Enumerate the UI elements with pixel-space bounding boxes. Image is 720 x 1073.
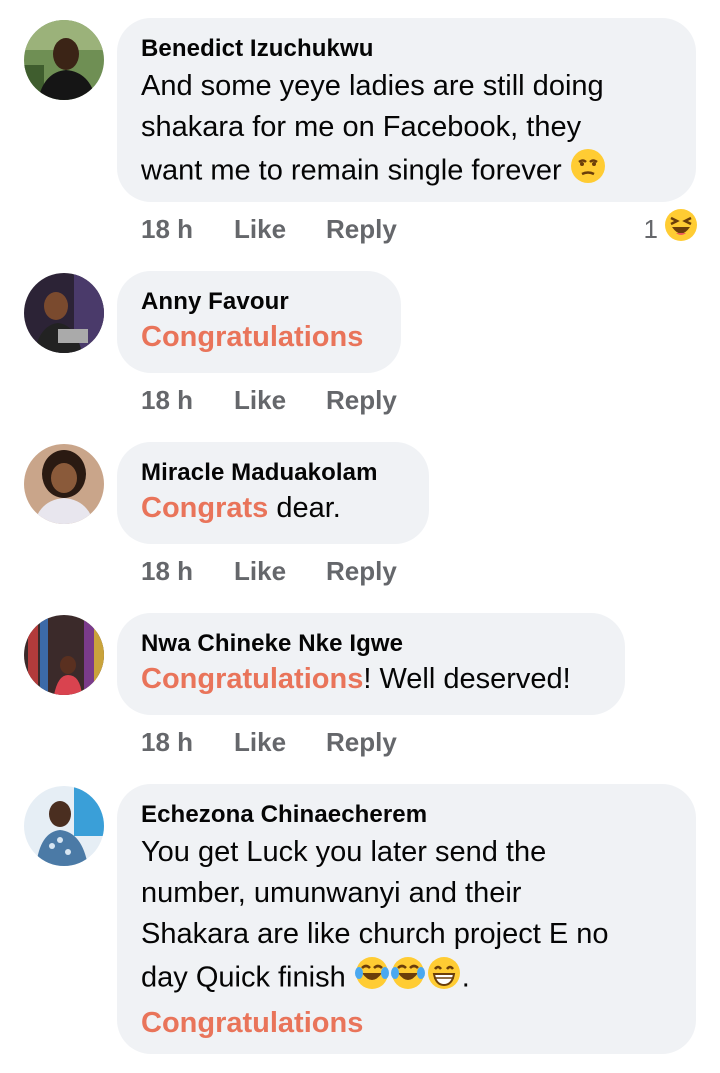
like-button[interactable]: Like [234,554,326,588]
comment-bubble: Echezona Chinaecherem You get Luck you l… [117,784,696,1054]
grinning-emoji-icon [426,955,462,1003]
comment-text-line: shakara for me on Facebook, they [141,111,582,143]
avatar[interactable] [24,273,104,353]
comment-text: Congratulations! Well deserved! [141,659,601,700]
reply-button[interactable]: Reply [326,383,397,417]
hashtag-link[interactable]: Congrats [141,492,268,524]
hashtag-link[interactable]: Congratulations [141,663,363,695]
comment-actions: 18 h Like Reply [141,725,397,759]
comment-text-segment: day Quick finish [141,961,346,994]
comment-bubble: Benedict Izuchukwu And some yeye ladies … [117,18,696,202]
comment-timestamp[interactable]: 18 h [141,212,234,246]
reply-button[interactable]: Reply [326,212,397,246]
comment-text-segment: dear. [268,492,341,524]
hashtag-link[interactable]: Congratulations [141,321,363,353]
comment-text-segment: want me to remain single forever [141,154,562,187]
laughing-squint-emoji-icon [664,208,698,250]
reaction-summary[interactable]: 1 [643,209,698,246]
comment-text: And some yeye ladies are still doing sha… [141,66,672,196]
comment-actions: 18 h Like Reply [141,212,397,246]
comment-text-segment: . [461,961,470,994]
comment-text-line: day Quick finish . [141,955,672,1003]
comment-text-line: You get Luck you later send the [141,836,547,868]
comment-timestamp[interactable]: 18 h [141,554,234,588]
unamused-emoji-icon [570,148,606,196]
like-button[interactable]: Like [234,383,326,417]
comment-timestamp[interactable]: 18 h [141,725,234,759]
reply-button[interactable]: Reply [326,725,397,759]
avatar[interactable] [24,786,104,866]
comment-text: Congrats dear. [141,488,405,529]
comment-text: Congratulations [141,317,377,358]
comment-author[interactable]: Echezona Chinaecherem [141,800,672,830]
comment-text: You get Luck you later send the number, … [141,832,672,1044]
comment-text-line: And some yeye ladies are still doing [141,70,604,102]
avatar[interactable] [24,444,104,524]
comment-author[interactable]: Nwa Chineke Nke Igwe [141,629,601,659]
tears-of-joy-emoji-icon [390,955,426,1003]
like-button[interactable]: Like [234,212,326,246]
comment-bubble: Miracle Maduakolam Congrats dear. [117,442,429,544]
comment-author[interactable]: Anny Favour [141,287,377,317]
avatar[interactable] [24,20,104,100]
comment-author[interactable]: Benedict Izuchukwu [141,34,672,64]
hashtag-link[interactable]: Congratulations [141,1007,363,1039]
comment-bubble: Anny Favour Congratulations [117,271,401,373]
avatar[interactable] [24,615,104,695]
comment-text-segment: ! Well deserved! [363,663,571,695]
reaction-count: 1 [643,214,658,244]
comment-timestamp[interactable]: 18 h [141,383,234,417]
comment-text-line: number, umunwanyi and their [141,877,522,909]
comment-actions: 18 h Like Reply [141,383,397,417]
tears-of-joy-emoji-icon [354,955,390,1003]
comment-author[interactable]: Miracle Maduakolam [141,458,405,488]
comment-text-line: want me to remain single forever [141,148,672,196]
like-button[interactable]: Like [234,725,326,759]
reply-button[interactable]: Reply [326,554,397,588]
comment-bubble: Nwa Chineke Nke Igwe Congratulations! We… [117,613,625,715]
comment-text-line: Shakara are like church project E no [141,918,609,950]
comment-actions: 18 h Like Reply [141,554,397,588]
